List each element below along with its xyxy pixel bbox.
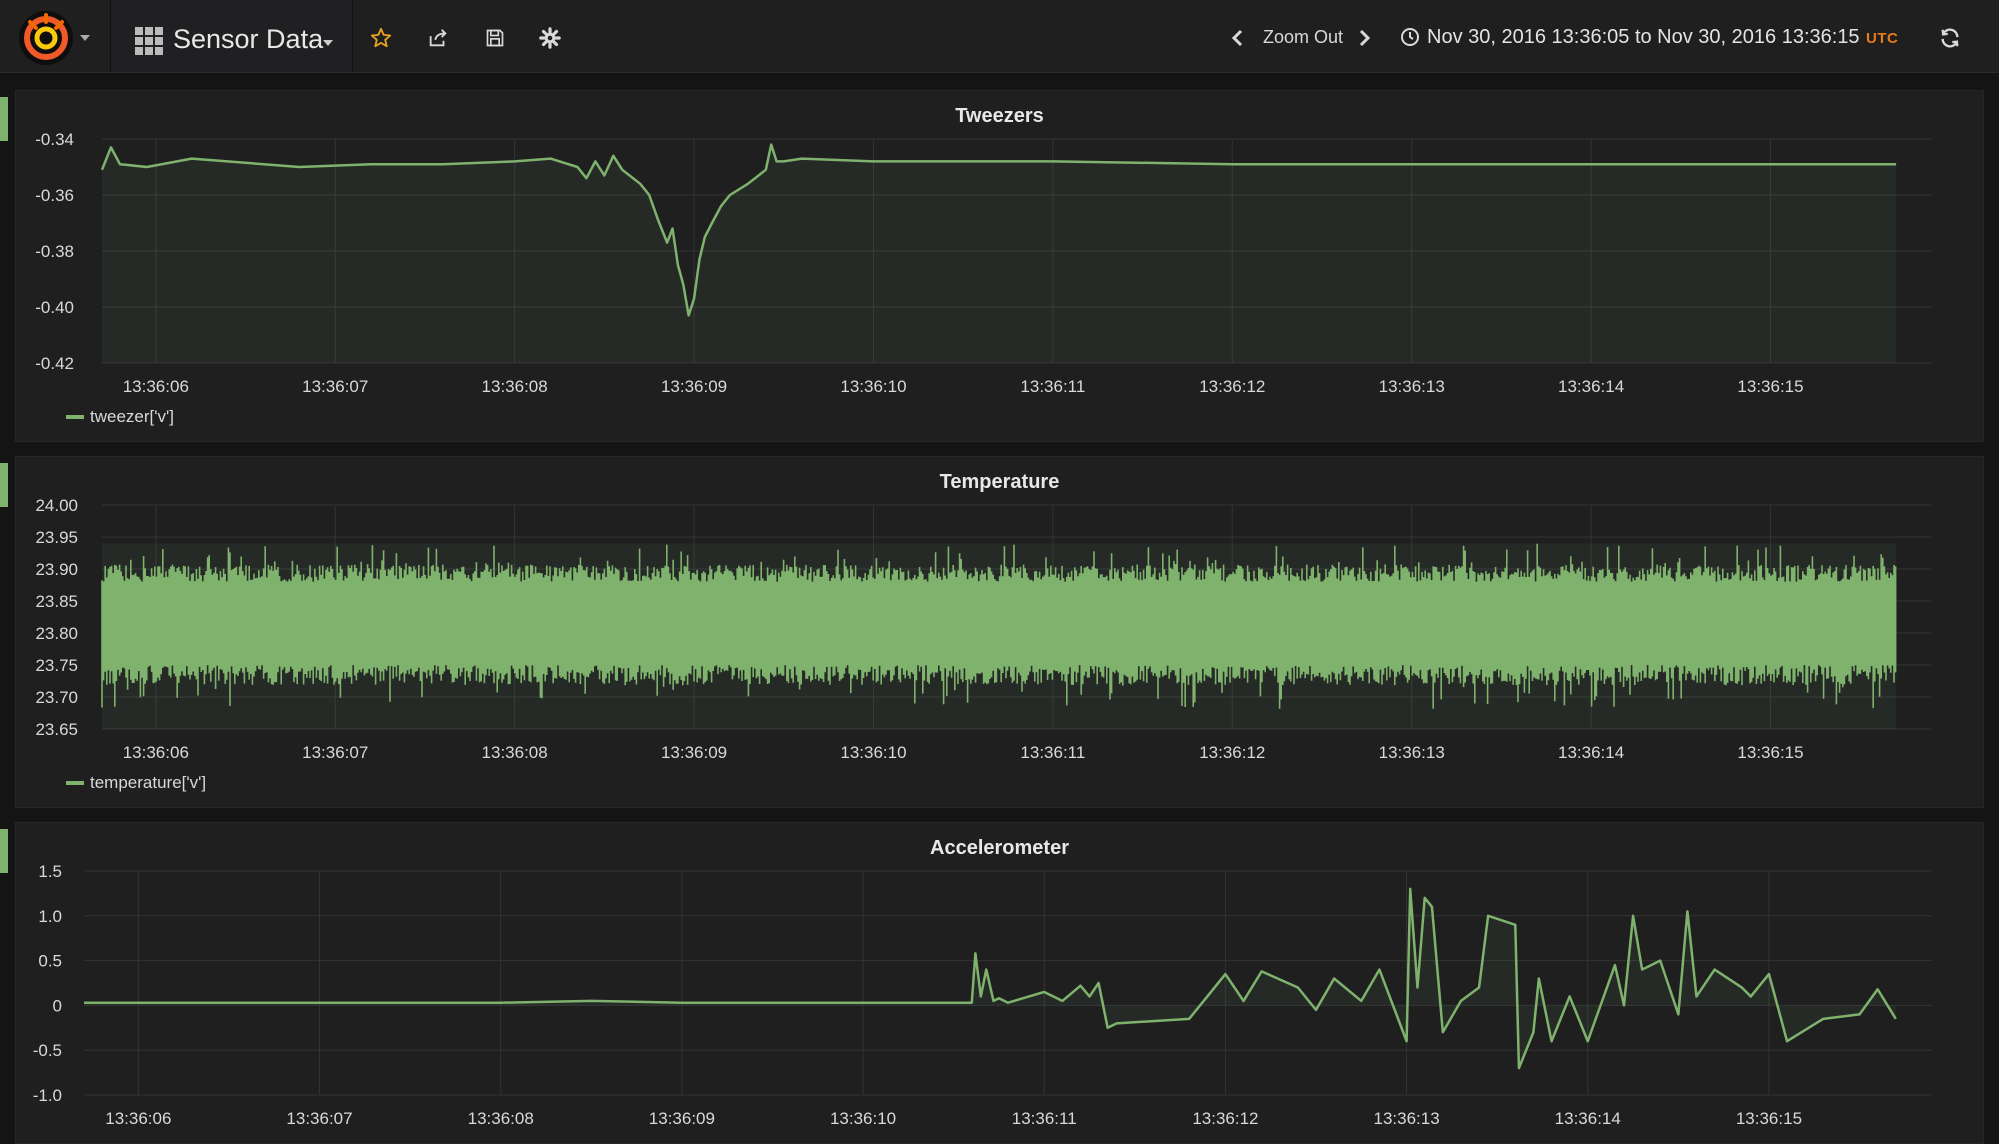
grafana-menu-button[interactable] <box>14 10 90 66</box>
x-tick-label: 13:36:10 <box>840 743 906 762</box>
x-tick-label: 13:36:10 <box>830 1109 896 1128</box>
gear-icon <box>539 27 561 49</box>
star-button[interactable] <box>361 18 401 58</box>
x-tick-label: 13:36:15 <box>1737 743 1803 762</box>
tweezers-chart: -0.34 -0.36 -0.38 -0.40 -0.42 13:36:06 13:36:0… <box>35 130 1932 396</box>
y-tick-label: 23.95 <box>35 528 78 547</box>
time-picker-button[interactable] <box>1400 27 1420 52</box>
y-tick-label: 1.0 <box>38 907 62 926</box>
grafana-logo-icon <box>19 11 73 65</box>
x-tick-label: 13:36:11 <box>1020 377 1085 396</box>
y-tick-label: 23.85 <box>35 592 78 611</box>
y-tick-label: 1.5 <box>38 862 62 881</box>
y-tick-label: -0.40 <box>35 298 74 317</box>
refresh-button[interactable] <box>1930 18 1970 58</box>
dashboard-caret-icon <box>323 40 333 46</box>
legend-item[interactable]: temperature['v'] <box>66 773 206 793</box>
x-tick-label: 13:36:07 <box>286 1109 352 1128</box>
row-collapse-handle[interactable] <box>0 97 8 141</box>
zoom-out-button[interactable]: Zoom Out <box>1263 27 1343 48</box>
time-forward-button[interactable] <box>1345 18 1385 58</box>
settings-button[interactable] <box>530 18 570 58</box>
y-tick-label: 23.80 <box>35 624 78 643</box>
x-tick-label: 13:36:11 <box>1020 743 1085 762</box>
y-tick-label: -0.34 <box>35 130 74 149</box>
x-tick-label: 13:36:09 <box>661 377 727 396</box>
y-tick-label: 23.70 <box>35 688 78 707</box>
y-tick-label: 23.65 <box>35 720 78 739</box>
x-tick-label: 13:36:14 <box>1558 377 1624 396</box>
x-tick-label: 13:36:09 <box>649 1109 715 1128</box>
x-tick-label: 13:36:09 <box>661 743 727 762</box>
refresh-icon <box>1941 28 1959 48</box>
legend-label: tweezer['v'] <box>90 407 174 426</box>
accelerometer-chart: 1.5 1.0 0.5 0 -0.5 -1.0 13:36:06 13:36:07 13:36:… <box>33 862 1932 1128</box>
x-tick-label: 13:36:12 <box>1199 377 1265 396</box>
series-area-fill <box>102 144 1897 363</box>
temperature-chart: 24.00 23.95 23.90 23.85 23.80 23.75 23.70 23.65… <box>35 496 1932 762</box>
x-tick-label: 13:36:06 <box>105 1109 171 1128</box>
share-icon <box>429 29 447 47</box>
legend-swatch <box>66 415 84 419</box>
clock-icon <box>1401 28 1419 46</box>
x-tick-label: 13:36:08 <box>468 1109 534 1128</box>
star-icon <box>370 27 392 48</box>
legend-swatch <box>66 781 84 785</box>
temperature-panel: Temperature 24.00 23.95 23.90 23.85 23.80 23.… <box>15 456 1984 808</box>
x-tick-label: 13:36:15 <box>1737 377 1803 396</box>
time-range-label[interactable]: Nov 30, 2016 13:36:05 to Nov 30, 2016 13… <box>1427 26 1860 49</box>
top-navbar: Sensor Data Zoom Out Nov 30, 2016 13:36:… <box>0 0 1999 73</box>
caret-down-icon <box>80 35 90 41</box>
legend-item[interactable]: tweezer['v'] <box>66 407 174 427</box>
y-tick-label: -0.38 <box>35 242 74 261</box>
x-tick-label: 13:36:13 <box>1379 377 1445 396</box>
save-button[interactable] <box>475 18 515 58</box>
x-tick-label: 13:36:13 <box>1379 743 1445 762</box>
chevron-left-icon <box>1231 29 1243 47</box>
y-tick-label: -1.0 <box>33 1086 62 1105</box>
x-tick-label: 13:36:08 <box>482 377 548 396</box>
y-tick-label: 23.75 <box>35 656 78 675</box>
row-collapse-handle[interactable] <box>0 463 8 507</box>
chevron-right-icon <box>1359 29 1371 47</box>
x-tick-label: 13:36:12 <box>1192 1109 1258 1128</box>
x-tick-label: 13:36:07 <box>302 743 368 762</box>
time-back-button[interactable] <box>1217 18 1257 58</box>
y-tick-label: -0.36 <box>35 186 74 205</box>
x-tick-label: 13:36:11 <box>1012 1109 1077 1128</box>
share-button[interactable] <box>418 18 458 58</box>
dashboard-title: Sensor Data <box>173 24 324 54</box>
y-tick-label: -0.42 <box>35 354 74 373</box>
dashboard-picker-button[interactable]: Sensor Data <box>110 0 353 72</box>
x-tick-label: 13:36:13 <box>1373 1109 1439 1128</box>
x-tick-label: 13:36:06 <box>123 377 189 396</box>
y-tick-label: 23.90 <box>35 560 78 579</box>
grid-icon <box>135 27 163 55</box>
timezone-badge: UTC <box>1866 30 1899 47</box>
accelerometer-panel: Accelerometer 1.5 1.0 0.5 0 -0.5 -1.0 13:36:06… <box>15 822 1984 1144</box>
y-tick-label: 0.5 <box>38 952 62 971</box>
x-tick-label: 13:36:15 <box>1736 1109 1802 1128</box>
row-collapse-handle[interactable] <box>0 829 8 873</box>
legend-label: temperature['v'] <box>90 773 207 792</box>
x-tick-label: 13:36:07 <box>302 377 368 396</box>
tweezers-panel: Tweezers -0.34 -0.36 -0.38 -0.40 -0.42 13:36:… <box>15 90 1984 442</box>
y-tick-label: -0.5 <box>33 1041 62 1060</box>
x-tick-label: 13:36:12 <box>1199 743 1265 762</box>
x-tick-label: 13:36:10 <box>840 377 906 396</box>
y-tick-label: 0 <box>53 996 62 1015</box>
x-tick-label: 13:36:14 <box>1558 743 1624 762</box>
x-tick-label: 13:36:06 <box>123 743 189 762</box>
x-tick-label: 13:36:08 <box>482 743 548 762</box>
y-tick-label: 24.00 <box>35 496 78 515</box>
save-icon <box>486 29 504 47</box>
x-tick-label: 13:36:14 <box>1555 1109 1621 1128</box>
